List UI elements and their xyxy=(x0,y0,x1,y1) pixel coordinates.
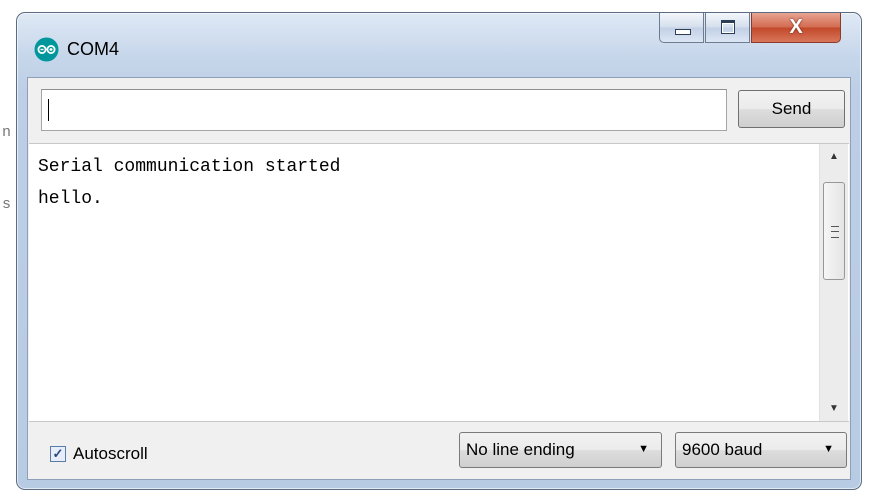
line-ending-value: No line ending xyxy=(466,440,575,459)
serial-monitor-body: Send Serial communication started hello.… xyxy=(27,77,851,480)
output-line: Serial communication started xyxy=(38,157,341,177)
vertical-scrollbar[interactable]: ▲ ▼ xyxy=(819,144,848,421)
line-ending-select[interactable]: No line ending ▼ xyxy=(459,432,662,468)
background-fragment-n: n xyxy=(2,124,12,141)
serial-send-input[interactable] xyxy=(41,89,727,131)
chevron-down-icon: ▼ xyxy=(823,443,834,455)
scrollbar-grip-icon xyxy=(831,226,839,238)
send-button[interactable]: Send xyxy=(738,90,845,128)
scroll-up-arrow-icon[interactable]: ▲ xyxy=(820,151,848,162)
scrollbar-thumb[interactable] xyxy=(823,182,845,280)
scroll-down-arrow-icon[interactable]: ▼ xyxy=(820,403,848,414)
close-button[interactable]: X xyxy=(751,13,841,43)
baud-rate-value: 9600 baud xyxy=(682,440,763,459)
serial-output-area[interactable]: Serial communication started hello. ▲ ▼ xyxy=(29,143,849,422)
output-line: hello. xyxy=(38,189,103,209)
background-fragment-s: s xyxy=(2,196,12,213)
title-bar[interactable]: COM4 X xyxy=(17,13,861,77)
autoscroll-label[interactable]: Autoscroll xyxy=(73,444,148,464)
arduino-logo-icon xyxy=(34,37,59,62)
window-title: COM4 xyxy=(67,39,120,59)
chevron-down-icon: ▼ xyxy=(638,443,649,455)
minimize-icon xyxy=(675,29,691,35)
maximize-button[interactable] xyxy=(705,13,750,43)
text-caret xyxy=(48,99,49,121)
serial-monitor-window: COM4 X Send Serial communication started… xyxy=(16,12,862,490)
baud-rate-select[interactable]: 9600 baud ▼ xyxy=(675,432,847,468)
autoscroll-checkbox[interactable]: ✓ xyxy=(50,446,66,462)
minimize-button[interactable] xyxy=(659,13,704,43)
maximize-icon xyxy=(721,20,735,34)
close-icon: X xyxy=(789,16,803,38)
footer-bar: ✓ Autoscroll No line ending ▼ 9600 baud … xyxy=(28,422,850,480)
